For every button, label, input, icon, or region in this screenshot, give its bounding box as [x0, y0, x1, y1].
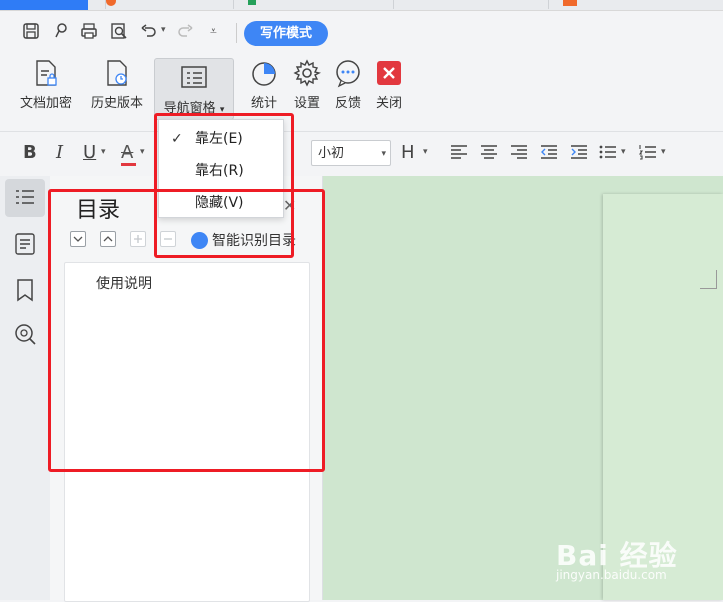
heading-dropdown-icon[interactable]: ▾ [423, 147, 428, 157]
settings-label: 设置 [293, 96, 320, 111]
bullet-list-icon[interactable] [598, 144, 618, 160]
numbered-list-dropdown-icon[interactable]: ▾ [661, 147, 666, 157]
save-icon[interactable] [22, 22, 40, 40]
app-icon [563, 0, 577, 6]
nav-pane-button[interactable]: 导航窗格 ▾ [154, 58, 234, 120]
watermark-url: jingyan.baidu.com [556, 568, 667, 582]
font-size-select[interactable]: 小初 ▾ [311, 140, 391, 166]
font-color-button[interactable]: A [121, 142, 133, 163]
undo-dropdown-icon[interactable]: ▾ [161, 25, 166, 35]
history-version-label: 历史版本 [90, 96, 143, 111]
align-left-icon[interactable] [449, 144, 469, 160]
nav-pane-icon [181, 66, 207, 88]
pie-chart-icon [252, 62, 276, 86]
heading-style-button[interactable]: H [401, 142, 415, 163]
print-preview-icon[interactable] [110, 22, 128, 40]
customize-toolbar-icon[interactable]: ⩡ [210, 24, 217, 39]
tab[interactable] [105, 0, 234, 9]
chat-bubble-icon [336, 60, 360, 88]
write-mode-button[interactable]: 写作模式 [244, 21, 328, 46]
annotation-highlight-pane [48, 189, 325, 472]
stats-label: 统计 [250, 96, 277, 111]
close-label: 关闭 [375, 96, 402, 111]
feedback-button[interactable]: 反馈 [330, 58, 366, 111]
margin-corner-mark [700, 270, 717, 289]
print-icon[interactable] [80, 22, 98, 40]
find-icon[interactable] [12, 321, 38, 347]
font-size-value: 小初 [318, 146, 345, 161]
tab[interactable] [393, 0, 549, 9]
bookmark-icon[interactable] [12, 277, 38, 303]
app-icon [248, 0, 256, 5]
app-icon [106, 0, 116, 6]
feedback-label: 反馈 [334, 96, 361, 111]
doc-encrypt-label: 文档加密 [19, 96, 72, 111]
active-tab[interactable] [0, 0, 88, 10]
undo-icon[interactable] [140, 22, 158, 40]
divider [236, 23, 237, 43]
close-icon [377, 61, 401, 85]
align-center-icon[interactable] [479, 144, 499, 160]
settings-button[interactable]: 设置 [289, 58, 325, 111]
underline-button[interactable]: U [83, 142, 96, 163]
increase-indent-icon[interactable] [569, 144, 589, 160]
underline-dropdown-icon[interactable]: ▾ [101, 147, 106, 157]
quick-access-toolbar [0, 11, 723, 51]
italic-button[interactable]: I [56, 142, 63, 163]
redo-icon[interactable] [176, 22, 194, 40]
bullet-list-dropdown-icon[interactable]: ▾ [621, 147, 626, 157]
gear-icon [293, 59, 322, 87]
font-color-dropdown-icon[interactable]: ▾ [140, 147, 145, 157]
doc-lock-icon [36, 60, 57, 86]
numbered-list-icon[interactable] [638, 144, 658, 160]
history-doc-icon [107, 60, 127, 86]
tab[interactable] [233, 0, 394, 9]
format-painter-icon[interactable] [52, 22, 70, 40]
stats-button[interactable]: 统计 [246, 58, 282, 111]
toc-icon[interactable] [12, 185, 38, 211]
font-size-dropdown-icon: ▾ [381, 149, 386, 159]
decrease-indent-icon[interactable] [539, 144, 559, 160]
align-right-icon[interactable] [509, 144, 529, 160]
bold-button[interactable]: B [23, 142, 37, 163]
doc-encrypt-button[interactable]: 文档加密 [16, 58, 76, 111]
close-button[interactable]: 关闭 [371, 58, 407, 111]
font-color-swatch [121, 163, 136, 166]
history-version-button[interactable]: 历史版本 [86, 58, 148, 111]
chapter-icon[interactable] [12, 231, 38, 257]
tab[interactable] [548, 0, 723, 9]
